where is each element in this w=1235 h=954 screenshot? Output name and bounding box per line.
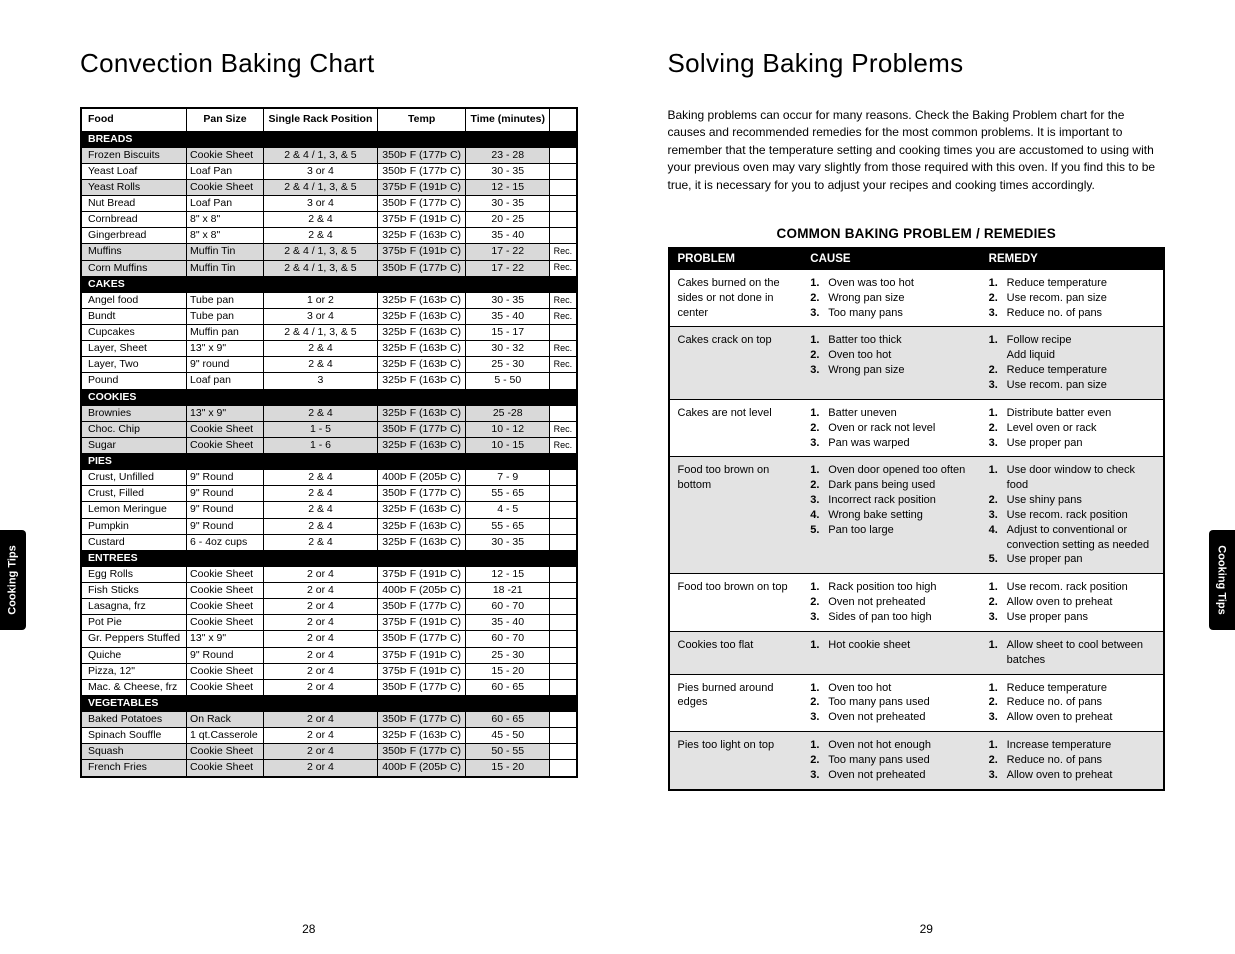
table-row: Cookies too flat1.Hot cookie sheet1.Allo… (669, 631, 1165, 674)
col-temp: Temp (378, 108, 466, 131)
page-left: Convection Baking Chart Food Pan Size Si… (0, 0, 618, 954)
table-row: Corn MuffinsMuffin Tin2 & 4 / 1, 3, & 53… (81, 260, 577, 276)
table-row: Layer, Sheet13" x 9"2 & 4325Þ F (163Þ C)… (81, 341, 577, 357)
table-row: Cakes burned on the sides or not done in… (669, 269, 1165, 327)
table-row: Pizza, 12"Cookie Sheet2 or 4375Þ F (191Þ… (81, 663, 577, 679)
table-row: MuffinsMuffin Tin2 & 4 / 1, 3, & 5375Þ F… (81, 244, 577, 260)
table-row: French FriesCookie Sheet2 or 4400Þ F (20… (81, 760, 577, 777)
table-row: Pies too light on top1.Oven not hot enou… (669, 732, 1165, 790)
col-pos: Single Rack Position (263, 108, 377, 131)
section-row: VEGETABLES (81, 695, 577, 711)
table-row: Spinach Souffle1 qt.Casserole2 or 4325Þ … (81, 728, 577, 744)
col-remedy: REMEDY (981, 248, 1164, 270)
table-row: Layer, Two9" round2 & 4325Þ F (163Þ C)25… (81, 357, 577, 373)
col-problem: PROBLEM (669, 248, 803, 270)
page-title: Convection Baking Chart (80, 48, 578, 79)
page-title: Solving Baking Problems (668, 48, 1166, 79)
table-row: Choc. ChipCookie Sheet1 - 5350Þ F (177Þ … (81, 421, 577, 437)
page-right: Solving Baking Problems Baking problems … (618, 0, 1235, 954)
table-header-row: PROBLEM CAUSE REMEDY (669, 248, 1165, 270)
col-time: Time (minutes) (466, 108, 550, 131)
page-number: 29 (618, 922, 1235, 936)
col-pan: Pan Size (187, 108, 264, 131)
col-rec (550, 108, 577, 131)
table-row: Lasagna, frzCookie Sheet2 or 4350Þ F (17… (81, 599, 577, 615)
table-row: Gingerbread8" x 8"2 & 4325Þ F (163Þ C)35… (81, 228, 577, 244)
section-row: PIES (81, 454, 577, 470)
page-number: 28 (0, 922, 618, 936)
table-row: Cakes are not level1.Batter uneven2.Oven… (669, 399, 1165, 457)
table-row: Nut BreadLoaf Pan3 or 4350Þ F (177Þ C)30… (81, 196, 577, 212)
table-row: SquashCookie Sheet2 or 4350Þ F (177Þ C)5… (81, 744, 577, 760)
table-row: Crust, Unfilled9" Round2 & 4400Þ F (205Þ… (81, 470, 577, 486)
convection-chart-table: Food Pan Size Single Rack Position Temp … (80, 107, 578, 778)
col-food: Food (81, 108, 187, 131)
problems-table: PROBLEM CAUSE REMEDY Cakes burned on the… (668, 247, 1166, 791)
table-row: BundtTube pan3 or 4325Þ F (163Þ C)35 - 4… (81, 308, 577, 324)
section-row: CAKES (81, 276, 577, 292)
table-row: Pies burned around edges1.Oven too hot2.… (669, 674, 1165, 732)
table-row: Yeast LoafLoaf Pan3 or 4350Þ F (177Þ C)3… (81, 163, 577, 179)
table-row: Frozen BiscuitsCookie Sheet2 & 4 / 1, 3,… (81, 147, 577, 163)
section-row: COOKIES (81, 389, 577, 405)
table-row: Lemon Meringue9" Round2 & 4325Þ F (163Þ … (81, 502, 577, 518)
table-row: Mac. & Cheese, frzCookie Sheet2 or 4350Þ… (81, 679, 577, 695)
table-header-row: Food Pan Size Single Rack Position Temp … (81, 108, 577, 131)
table-row: Food too brown on bottom1.Oven door open… (669, 457, 1165, 574)
table-row: Custard6 - 4oz cups2 & 4325Þ F (163Þ C)3… (81, 534, 577, 550)
table-row: Gr. Peppers Stuffed13" x 9"2 or 4350Þ F … (81, 631, 577, 647)
table-row: Brownies13" x 9"2 & 4325Þ F (163Þ C)25 -… (81, 405, 577, 421)
table-row: Pot PieCookie Sheet2 or 4375Þ F (191Þ C)… (81, 615, 577, 631)
table-row: Angel foodTube pan1 or 2325Þ F (163Þ C)3… (81, 292, 577, 308)
table-row: Yeast RollsCookie Sheet2 & 4 / 1, 3, & 5… (81, 179, 577, 195)
table-row: CupcakesMuffin pan2 & 4 / 1, 3, & 5325Þ … (81, 325, 577, 341)
table-row: Quiche9" Round2 or 4375Þ F (191Þ C)25 - … (81, 647, 577, 663)
table-row: Fish SticksCookie Sheet2 or 4400Þ F (205… (81, 583, 577, 599)
table-row: SugarCookie Sheet1 - 6325Þ F (163Þ C)10 … (81, 437, 577, 453)
table-row: Pumpkin9" Round2 & 4325Þ F (163Þ C)55 - … (81, 518, 577, 534)
intro-paragraph: Baking problems can occur for many reaso… (668, 107, 1166, 194)
col-cause: CAUSE (802, 248, 980, 270)
table-row: Baked PotatoesOn Rack2 or 4350Þ F (177Þ … (81, 712, 577, 728)
problems-heading: COMMON BAKING PROBLEM / REMEDIES (668, 226, 1166, 241)
section-row: BREADS (81, 131, 577, 147)
table-row: PoundLoaf pan3325Þ F (163Þ C)5 - 50 (81, 373, 577, 389)
table-row: Cornbread8" x 8"2 & 4375Þ F (191Þ C)20 -… (81, 212, 577, 228)
table-row: Cakes crack on top1.Batter too thick2.Ov… (669, 327, 1165, 399)
table-row: Food too brown on top1.Rack position too… (669, 574, 1165, 632)
section-row: ENTREES (81, 550, 577, 566)
table-row: Egg RollsCookie Sheet2 or 4375Þ F (191Þ … (81, 566, 577, 582)
table-row: Crust, Filled9" Round2 & 4350Þ F (177Þ C… (81, 486, 577, 502)
